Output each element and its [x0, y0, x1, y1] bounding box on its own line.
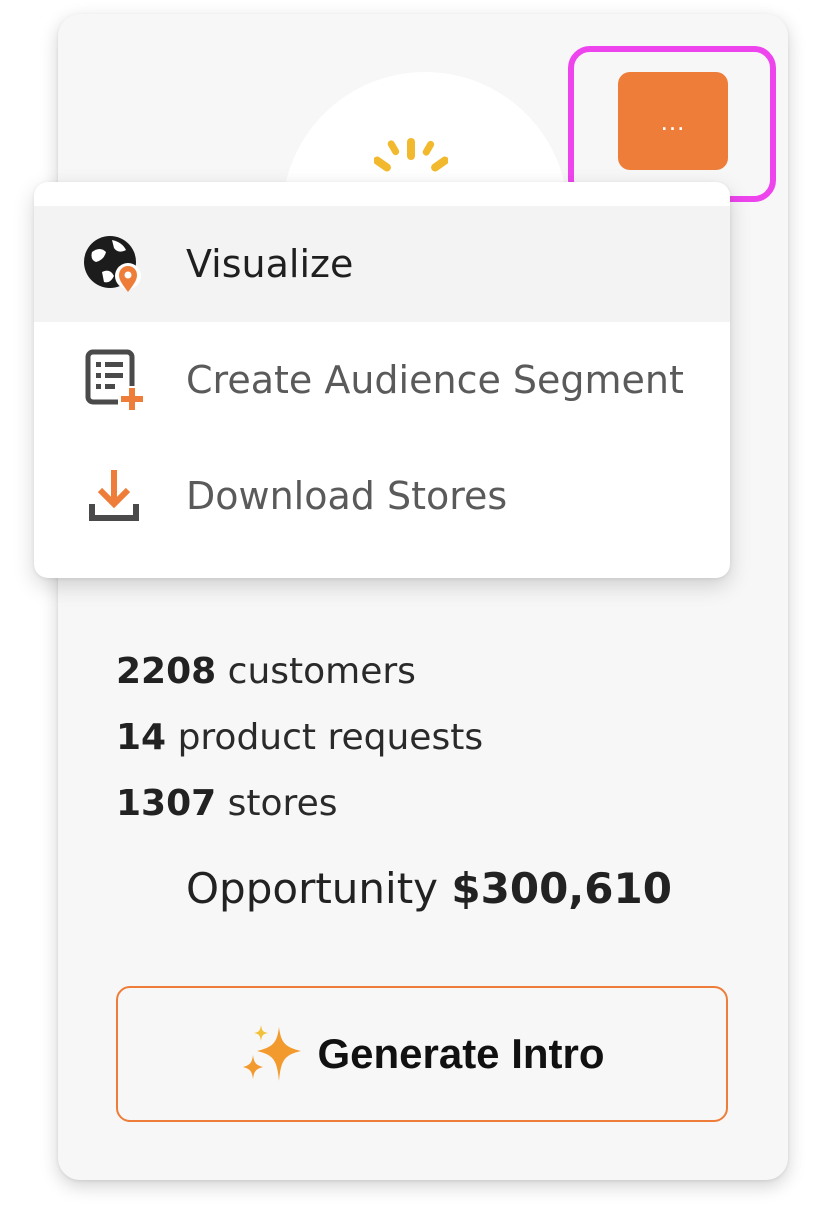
customers-label: customers [227, 651, 416, 692]
generate-intro-button[interactable]: Generate Intro [116, 986, 728, 1122]
stat-product-requests: 14 product requests [116, 714, 483, 780]
sparkles-icon [243, 1025, 302, 1081]
product-requests-label: product requests [177, 717, 484, 758]
stores-label: stores [227, 783, 338, 824]
more-options-button[interactable]: ... [618, 72, 728, 170]
list-add-icon [82, 348, 146, 412]
stores-count: 1307 [116, 783, 217, 824]
download-icon [82, 464, 146, 528]
menu-item-create-audience-segment[interactable]: Create Audience Segment [34, 322, 730, 438]
generate-intro-label: Generate Intro [317, 1030, 605, 1077]
stat-customers: 2208 customers [116, 648, 483, 714]
stats-list: 2208 customers 14 product requests 1307 … [116, 648, 483, 846]
product-requests-count: 14 [116, 717, 167, 758]
menu-item-label: Visualize [186, 242, 354, 286]
actions-dropdown-menu: Visualize Create Audience Segment Downlo… [34, 182, 730, 578]
stat-stores: 1307 stores [116, 780, 483, 846]
menu-item-label: Download Stores [186, 474, 508, 518]
menu-item-visualize[interactable]: Visualize [34, 206, 730, 322]
menu-item-label: Create Audience Segment [186, 358, 684, 402]
customers-count: 2208 [116, 651, 217, 692]
opportunity-value: $300,610 [451, 864, 672, 913]
spark-logo-icon [374, 138, 448, 172]
opportunity-label: Opportunity [186, 864, 439, 913]
globe-pin-icon [82, 232, 146, 296]
menu-item-download-stores[interactable]: Download Stores [34, 438, 730, 554]
opportunity-summary: Opportunity $300,610 [186, 864, 672, 913]
